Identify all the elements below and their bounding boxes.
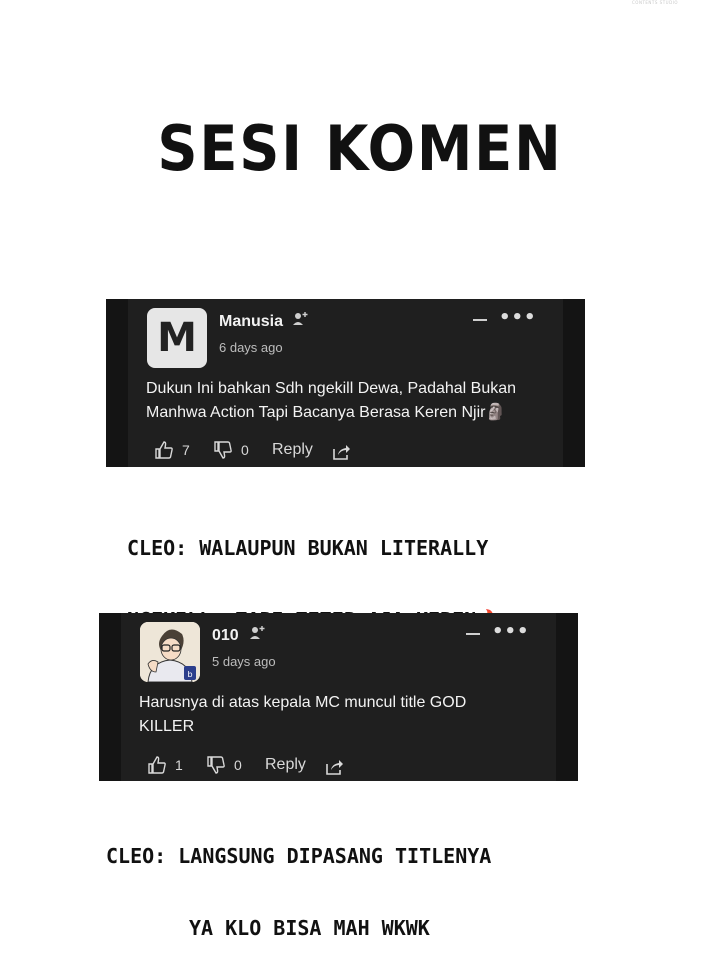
card-edge	[99, 613, 121, 781]
dislike-count: 0	[241, 442, 249, 458]
more-options-icon[interactable]: •••	[492, 623, 530, 641]
collapse-icon[interactable]	[473, 319, 487, 321]
card-edge	[563, 299, 585, 467]
like-button[interactable]: 7	[154, 441, 190, 459]
comment-line: Harusnya di atas kepala MC muncul title …	[139, 694, 467, 711]
thumbs-down-icon	[207, 756, 225, 774]
svg-text:b: b	[187, 670, 192, 679]
like-count: 7	[182, 442, 190, 458]
share-icon[interactable]	[331, 443, 351, 461]
reply-button[interactable]: Reply	[265, 756, 306, 774]
avatar-illustration: b	[140, 622, 200, 682]
reply-button[interactable]: Reply	[272, 441, 313, 459]
like-count: 1	[175, 757, 183, 773]
timestamp: 5 days ago	[212, 654, 276, 669]
caption-line: YA KLO BISA MAH WKWK	[189, 916, 430, 940]
thumbs-up-icon	[148, 756, 166, 774]
username[interactable]: Manusia	[219, 313, 283, 331]
comment-line: KILLER	[139, 718, 195, 735]
comment-line: Manhwa Action Tapi Bacanya Berasa Keren …	[146, 404, 506, 421]
comment-line: Dukun Ini bahkan Sdh ngekill Dewa, Padah…	[146, 380, 517, 397]
collapse-icon[interactable]	[466, 633, 480, 635]
caption-line: CLEO: WALAUPUN BUKAN LITERALLY	[127, 536, 489, 560]
add-user-icon[interactable]	[292, 311, 310, 327]
comment-text: Harusnya di atas kepala MC muncul title …	[139, 691, 559, 739]
comment-card: M Manusia 6 days ago ••• Dukun Ini bahka…	[106, 299, 585, 467]
timestamp: 6 days ago	[219, 340, 283, 355]
thumbs-up-icon	[155, 441, 173, 459]
caption-line: CLEO: LANGSUNG DIPASANG TITLENYA	[106, 844, 492, 868]
card-edge	[106, 299, 128, 467]
watermark: CONTENTS STUDIO	[632, 0, 678, 5]
thumbs-down-icon	[214, 441, 232, 459]
dislike-button[interactable]: 0	[213, 441, 249, 459]
caption: CLEO: LANGSUNG DIPASANG TITLENYA YA KLO …	[106, 796, 556, 964]
like-button[interactable]: 1	[147, 756, 183, 774]
share-icon[interactable]	[324, 758, 344, 776]
avatar[interactable]: b	[140, 622, 200, 682]
dislike-count: 0	[234, 757, 242, 773]
comment-card: b 010 5 days ago ••• Harusnya di atas ke…	[99, 613, 578, 781]
comment-text: Dukun Ini bahkan Sdh ngekill Dewa, Padah…	[146, 377, 566, 425]
avatar[interactable]: M	[147, 308, 207, 368]
more-options-icon[interactable]: •••	[499, 309, 537, 327]
dislike-button[interactable]: 0	[206, 756, 242, 774]
page-title: SESI KOMEN	[157, 112, 563, 185]
add-user-icon[interactable]	[249, 625, 267, 641]
username[interactable]: 010	[212, 627, 239, 645]
card-edge	[556, 613, 578, 781]
